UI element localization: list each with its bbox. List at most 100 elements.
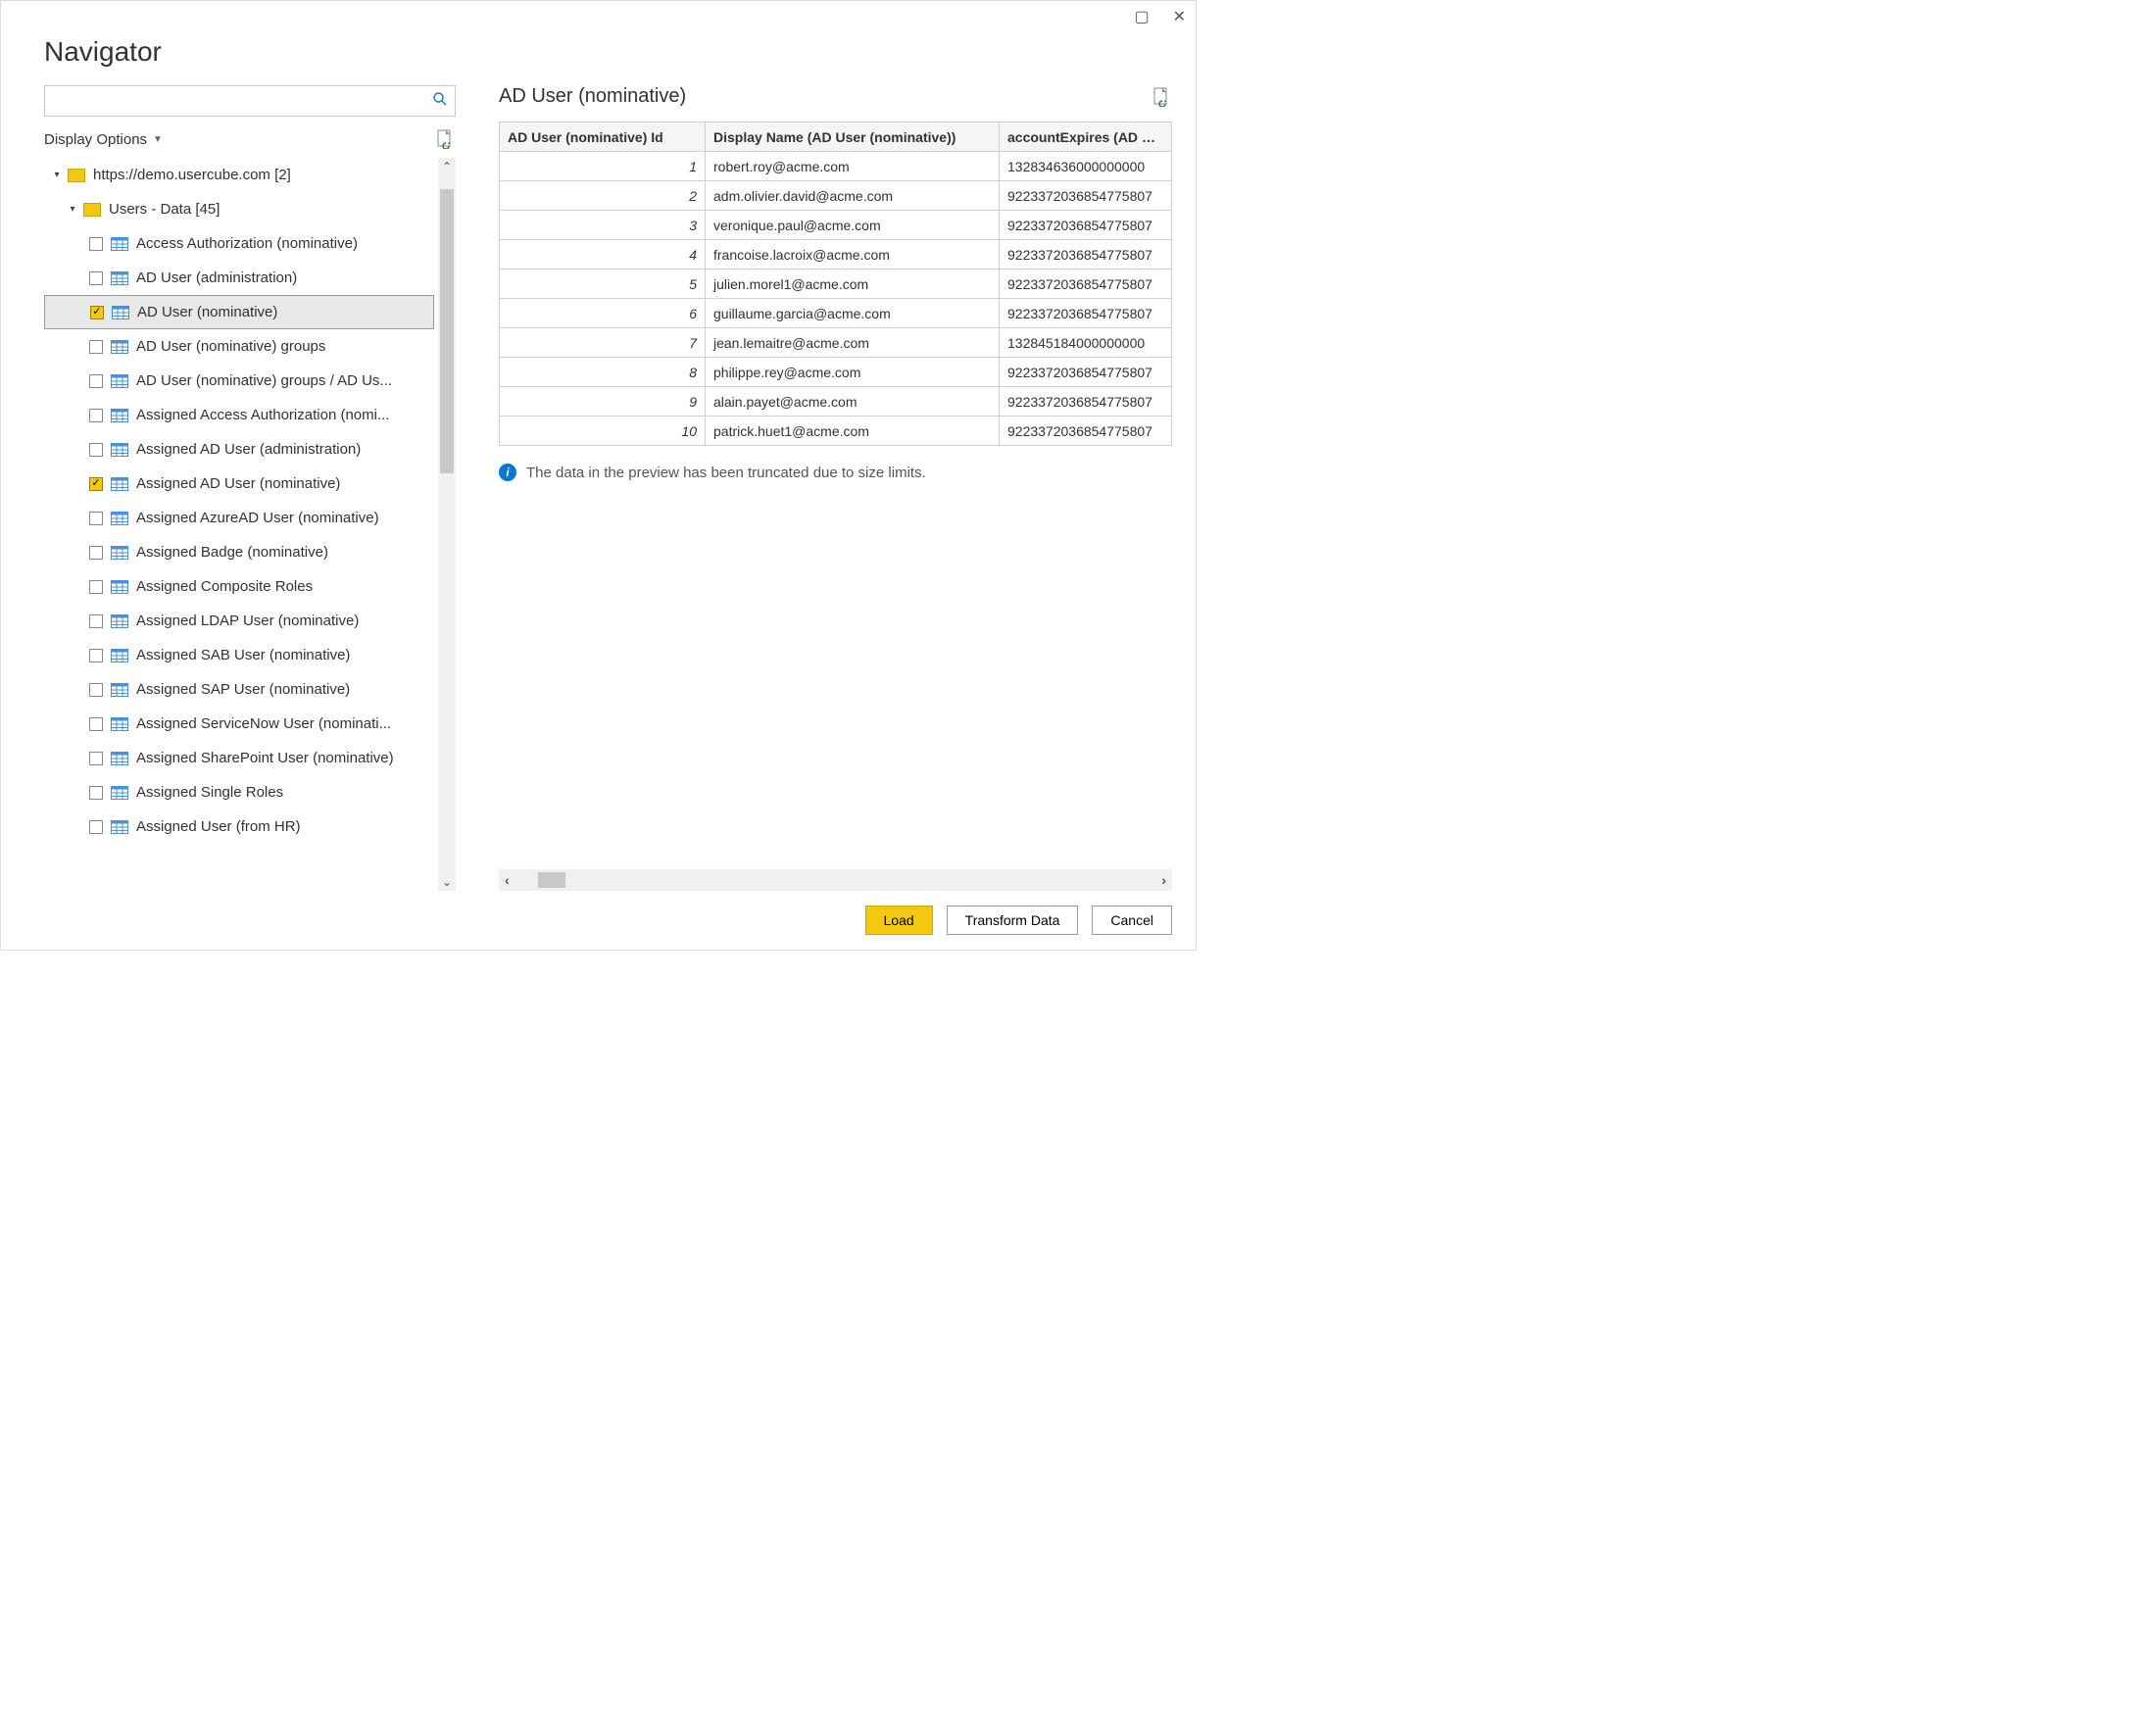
cell-account-expires: 9223372036854775807: [1000, 211, 1172, 240]
tree-item[interactable]: Assigned Access Authorization (nomi...: [44, 398, 434, 432]
tree-item[interactable]: Assigned SharePoint User (nominative): [44, 741, 434, 775]
title-bar: ▢ ✕: [1, 1, 1196, 32]
scroll-up-icon[interactable]: ⌃: [438, 158, 456, 175]
load-button[interactable]: Load: [865, 906, 933, 935]
checkbox[interactable]: [89, 409, 103, 422]
tree-item-label: Assigned LDAP User (nominative): [136, 612, 359, 629]
collapse-icon[interactable]: ▾: [50, 170, 64, 180]
checkbox[interactable]: ✓: [89, 477, 103, 491]
tree-item[interactable]: Assigned LDAP User (nominative): [44, 604, 434, 638]
scroll-down-icon[interactable]: ⌄: [438, 873, 456, 891]
table-row[interactable]: 1robert.roy@acme.com132834636000000000: [500, 152, 1172, 181]
checkbox[interactable]: [89, 820, 103, 834]
checkbox[interactable]: [89, 443, 103, 457]
tree-item[interactable]: ✓ Assigned AD User (nominative): [44, 466, 434, 501]
checkbox[interactable]: [89, 340, 103, 354]
truncated-text: The data in the preview has been truncat…: [526, 465, 926, 481]
checkbox[interactable]: [89, 717, 103, 731]
maximize-icon[interactable]: ▢: [1134, 7, 1149, 26]
checkbox[interactable]: [89, 683, 103, 697]
tree-item-label: Assigned SAP User (nominative): [136, 681, 350, 698]
table-icon: [111, 578, 128, 595]
cell-id: 8: [500, 358, 706, 387]
table-icon: [111, 510, 128, 526]
scroll-thumb[interactable]: [538, 872, 565, 888]
close-icon[interactable]: ✕: [1173, 7, 1186, 26]
checkbox[interactable]: [89, 512, 103, 525]
tree-item[interactable]: ✓AD User (nominative): [44, 295, 434, 329]
tree-root-node[interactable]: ▾ https://demo.usercube.com [2]: [44, 158, 434, 192]
collapse-icon[interactable]: ▾: [66, 204, 79, 215]
table-row[interactable]: 3veronique.paul@acme.com9223372036854775…: [500, 211, 1172, 240]
tree-item[interactable]: Assigned User (from HR): [44, 809, 434, 844]
tree-vertical-scrollbar[interactable]: ⌃ ⌄: [438, 158, 456, 891]
tree-group-node[interactable]: ▾ Users - Data [45]: [44, 192, 434, 226]
scroll-right-icon[interactable]: ›: [1161, 872, 1166, 888]
cell-id: 6: [500, 299, 706, 328]
table-row[interactable]: 4francoise.lacroix@acme.com9223372036854…: [500, 240, 1172, 270]
scroll-thumb[interactable]: [440, 189, 454, 473]
dialog-title: Navigator: [44, 36, 1196, 68]
cell-id: 1: [500, 152, 706, 181]
checkbox[interactable]: [89, 271, 103, 285]
checkbox[interactable]: [89, 649, 103, 662]
checkbox[interactable]: [89, 374, 103, 388]
table-row[interactable]: 6guillaume.garcia@acme.com92233720368547…: [500, 299, 1172, 328]
refresh-preview-icon[interactable]: [1151, 86, 1172, 108]
table-row[interactable]: 2adm.olivier.david@acme.com9223372036854…: [500, 181, 1172, 211]
table-row[interactable]: 10patrick.huet1@acme.com9223372036854775…: [500, 416, 1172, 446]
tree-item[interactable]: AD User (nominative) groups / AD Us...: [44, 364, 434, 398]
cell-display-name: guillaume.garcia@acme.com: [706, 299, 1000, 328]
refresh-sheet-icon[interactable]: [434, 128, 456, 150]
tree-item[interactable]: Assigned AzureAD User (nominative): [44, 501, 434, 535]
table-icon: [111, 475, 128, 492]
checkbox[interactable]: [89, 237, 103, 251]
transform-data-button[interactable]: Transform Data: [947, 906, 1079, 935]
tree-item-label: Assigned ServiceNow User (nominati...: [136, 715, 391, 732]
table-row[interactable]: 7jean.lemaitre@acme.com13284518400000000…: [500, 328, 1172, 358]
checkbox[interactable]: [89, 786, 103, 800]
tree-item-label: Access Authorization (nominative): [136, 235, 358, 252]
cell-account-expires: 9223372036854775807: [1000, 358, 1172, 387]
tree-item-label: Assigned SharePoint User (nominative): [136, 750, 394, 766]
table-icon: [111, 818, 128, 835]
cell-display-name: francoise.lacroix@acme.com: [706, 240, 1000, 270]
column-header[interactable]: accountExpires (AD Use: [1000, 122, 1172, 152]
checkbox[interactable]: [89, 614, 103, 628]
preview-horizontal-scrollbar[interactable]: ‹ ›: [499, 869, 1172, 891]
table-icon: [111, 270, 128, 286]
cell-account-expires: 9223372036854775807: [1000, 299, 1172, 328]
tree-view[interactable]: ▾ https://demo.usercube.com [2] ▾ Users …: [44, 158, 456, 891]
cell-display-name: julien.morel1@acme.com: [706, 270, 1000, 299]
checkbox[interactable]: [89, 546, 103, 560]
display-options-dropdown[interactable]: Display Options ▼: [44, 131, 163, 148]
checkbox[interactable]: [89, 580, 103, 594]
tree-item[interactable]: Assigned Single Roles: [44, 775, 434, 809]
table-row[interactable]: 8philippe.rey@acme.com922337203685477580…: [500, 358, 1172, 387]
left-panel: Display Options ▼ ▾ https://demo.usercub…: [44, 85, 456, 891]
tree-item[interactable]: AD User (administration): [44, 261, 434, 295]
checkbox[interactable]: ✓: [90, 306, 104, 319]
cancel-button[interactable]: Cancel: [1092, 906, 1172, 935]
cell-account-expires: 9223372036854775807: [1000, 181, 1172, 211]
tree-item[interactable]: Assigned ServiceNow User (nominati...: [44, 707, 434, 741]
tree-item[interactable]: Assigned Badge (nominative): [44, 535, 434, 569]
table-row[interactable]: 9alain.payet@acme.com9223372036854775807: [500, 387, 1172, 416]
table-icon: [111, 750, 128, 766]
tree-item[interactable]: AD User (nominative) groups: [44, 329, 434, 364]
tree-item[interactable]: Assigned Composite Roles: [44, 569, 434, 604]
tree-item-label: Assigned Single Roles: [136, 784, 283, 801]
scroll-left-icon[interactable]: ‹: [505, 872, 510, 888]
tree-item-label: Assigned AD User (nominative): [136, 475, 340, 492]
table-row[interactable]: 5julien.morel1@acme.com92233720368547758…: [500, 270, 1172, 299]
tree-item[interactable]: Assigned SAP User (nominative): [44, 672, 434, 707]
checkbox[interactable]: [89, 752, 103, 765]
cell-account-expires: 9223372036854775807: [1000, 270, 1172, 299]
tree-item[interactable]: Access Authorization (nominative): [44, 226, 434, 261]
tree-item[interactable]: Assigned SAB User (nominative): [44, 638, 434, 672]
column-header[interactable]: Display Name (AD User (nominative)): [706, 122, 1000, 152]
search-input[interactable]: [44, 85, 456, 117]
column-header[interactable]: AD User (nominative) Id: [500, 122, 706, 152]
search-icon[interactable]: [432, 91, 448, 112]
tree-item[interactable]: Assigned AD User (administration): [44, 432, 434, 466]
